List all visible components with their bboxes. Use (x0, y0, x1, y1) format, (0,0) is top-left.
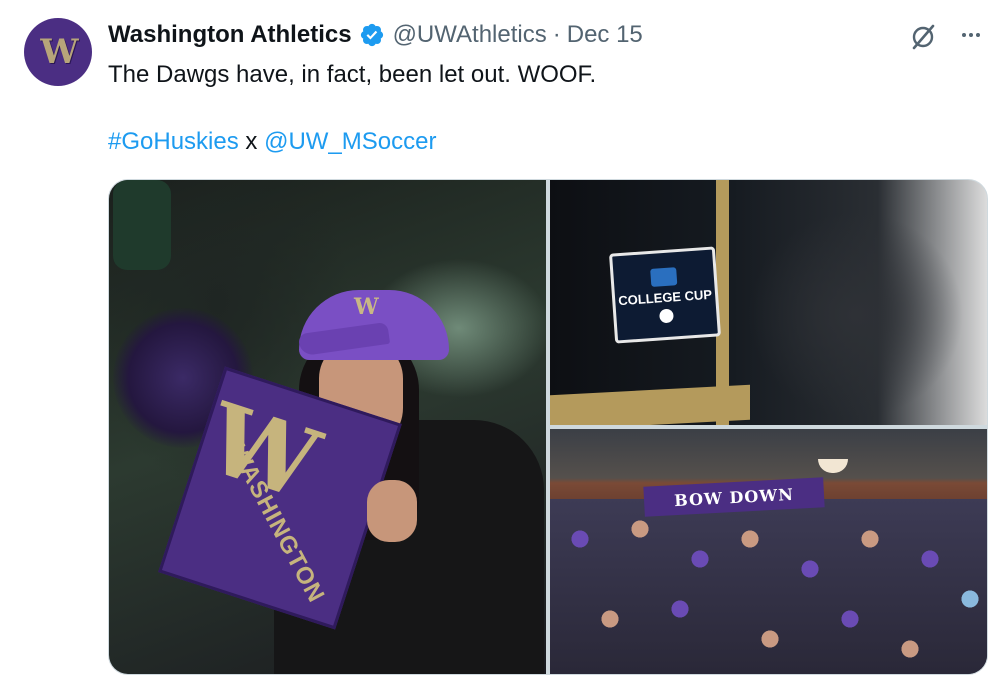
separator-dot: · (552, 21, 561, 48)
glove (113, 180, 171, 270)
verified-badge-icon[interactable] (359, 22, 385, 48)
photo-college-cup-patch[interactable]: COLLEGE CUP (550, 180, 987, 425)
grok-icon[interactable] (908, 22, 938, 52)
photo-fan-with-scarf[interactable]: W W WASHINGTON (109, 180, 546, 674)
patch-label: COLLEGE CUP (617, 286, 713, 308)
tweet-text: The Dawgs have, in fact, been let out. W… (108, 61, 597, 88)
media-grid: W W WASHINGTON COLLEGE CUP BOW DOWN (108, 179, 988, 675)
more-dot (976, 33, 980, 37)
author-name[interactable]: Washington Athletics (108, 21, 352, 49)
crowd (550, 499, 987, 674)
mention-link[interactable]: @UW_MSoccer (264, 128, 436, 155)
author-handle[interactable]: @UWAthletics (393, 21, 547, 49)
hand (367, 480, 417, 542)
ceiling-light (818, 459, 848, 473)
cap-logo: W (354, 294, 379, 320)
ncaa-logo (650, 266, 678, 287)
avatar[interactable]: W (24, 18, 92, 86)
photo-crowd-bow-down[interactable]: BOW DOWN (550, 429, 987, 674)
college-cup-patch: COLLEGE CUP (608, 246, 722, 344)
tweet-tags: #GoHuskies x @UW_MSoccer (108, 127, 436, 157)
soccer-ball-icon (658, 307, 674, 323)
more-dot (962, 33, 966, 37)
connector-text: x (245, 128, 258, 155)
more-options-icon[interactable] (956, 22, 986, 48)
hashtag-link[interactable]: #GoHuskies (108, 128, 239, 155)
gold-trim (550, 384, 750, 425)
avatar-letter: W (40, 32, 78, 72)
tweet-date[interactable]: Dec 15 (567, 21, 643, 49)
tweet-header: Washington Athletics @UWAthletics · Dec … (108, 20, 643, 50)
more-dot (969, 33, 973, 37)
